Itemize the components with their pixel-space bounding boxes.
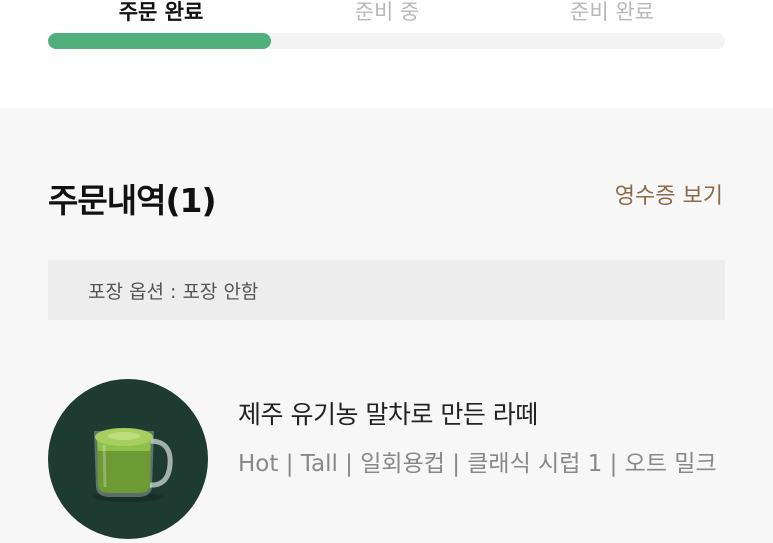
- progress-bar-fill: [48, 33, 272, 49]
- menu-item-options: Hot | Tall | 일회용컵 | 클래식 시럽 1 | 오트 밀크: [238, 451, 717, 477]
- step-preparing: 준비 중: [354, 0, 420, 24]
- progress-bar: [48, 33, 725, 49]
- step-ready: 준비 완료: [570, 0, 654, 24]
- order-status-header: 주문 완료 준비 중 준비 완료: [0, 0, 773, 108]
- view-receipt-link[interactable]: 영수증 보기: [615, 178, 723, 210]
- packing-option-box: 포장 옵션 : 포장 안함: [48, 260, 725, 320]
- menu-item-name: 제주 유기농 말차로 만든 라떼: [238, 400, 538, 429]
- packing-option-text: 포장 옵션 : 포장 안함: [88, 281, 259, 303]
- step-order-complete: 주문 완료: [118, 0, 204, 24]
- order-progress-steps: 주문 완료 준비 중 준비 완료: [48, 0, 725, 28]
- order-history-title: 주문내역(1): [48, 181, 217, 220]
- matcha-latte-mug-icon: [48, 379, 208, 539]
- order-details-section: 주문내역(1) 영수증 보기 포장 옵션 : 포장 안함 제주 유기농 말차로 …: [0, 108, 773, 543]
